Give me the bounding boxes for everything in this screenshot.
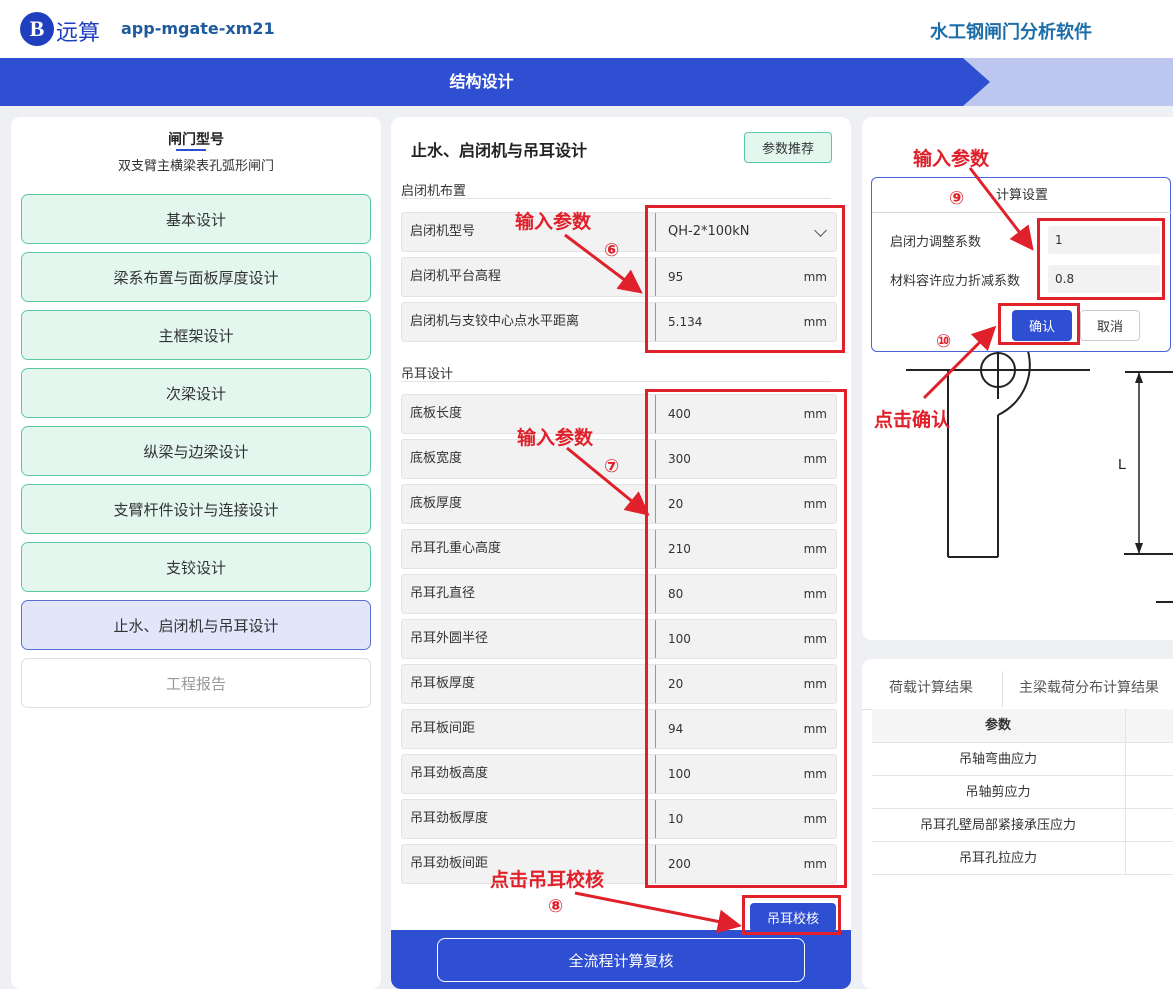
annotation-text: 输入参数 [913,148,990,170]
hoist-section-label: 启闭机布置 [401,184,467,199]
annotation-number: ⑦ [604,456,620,477]
brand-name: 远算 [56,21,101,46]
hoist-force-factor-label: 启闭力调整系数 [890,235,982,250]
logo-icon: B [20,12,54,46]
hoist-section-divider [401,198,831,199]
table-cell: 吊耳孔拉应力 [958,851,1037,866]
results-panel: 荷载计算结果 主梁载荷分布计算结果 参数 吊轴弯曲应力 吊轴剪应力 吊耳孔壁局部… [862,659,1173,989]
menu-seal-hoist-lug[interactable]: 止水、启闭机与吊耳设计 [21,600,371,650]
annotation-box-lug [645,389,847,888]
annotation-text: 点击确认 [874,409,951,431]
menu-engineering-report[interactable]: 工程报告 [21,658,371,708]
table-row: 吊轴弯曲应力 [872,743,1173,776]
param-label: 吊耳外圆半径 [410,631,489,646]
table-cell: 吊轴剪应力 [965,785,1031,800]
param-label: 底板宽度 [410,451,463,466]
results-table: 参数 吊轴弯曲应力 吊轴剪应力 吊耳孔壁局部紧接承压应力 吊耳孔拉应力 [872,709,1173,875]
menu-secondary-beam[interactable]: 次梁设计 [21,368,371,418]
lug-diagram: L [906,344,1173,603]
tab-main-beam-results[interactable]: 主梁载荷分布计算结果 [1019,677,1159,700]
column-header-param: 参数 [984,718,1011,733]
annotation-text: 输入参数 [517,427,594,449]
table-row: 吊耳孔壁局部紧接承压应力 [872,809,1173,842]
software-title: 水工钢闸门分析软件 [930,22,1092,43]
column-divider [1125,709,1126,742]
step-bar: 结构设计 [0,58,1173,106]
dimension-label: L [1118,456,1126,473]
annotation-text: 点击吊耳校核 [490,869,605,891]
param-label: 底板长度 [410,406,463,421]
panel-title: 止水、启闭机与吊耳设计 [411,141,588,160]
annotation-number: ⑨ [949,188,965,209]
param-label: 吊耳劲板间距 [410,856,489,871]
full-process-calc-button[interactable]: 全流程计算复核 [437,938,805,982]
table-row: 吊轴剪应力 [872,776,1173,809]
gate-type-value: 双支臂主横梁表孔弧形闸门 [117,159,274,174]
param-label: 吊耳劲板高度 [410,766,489,781]
lug-section-divider [401,381,831,382]
param-label: 吊耳板间距 [410,721,476,736]
param-label: 吊耳孔直径 [410,586,476,601]
gate-type-title: 闸门型号 [168,132,224,148]
column-divider [1125,743,1126,775]
table-row: 吊耳孔拉应力 [872,842,1173,875]
arrow-up-icon [1135,372,1143,383]
annotation-number: ⑥ [604,240,620,261]
tab-divider [1002,671,1003,707]
menu-longitudinal-beam[interactable]: 纵梁与边梁设计 [21,426,371,476]
annotation-box-confirm [998,303,1080,345]
annotation-box-lug-check [742,895,841,935]
menu-beam-layout[interactable]: 梁系布置与面板厚度设计 [21,252,371,302]
menu-main-frame[interactable]: 主框架设计 [21,310,371,360]
param-label: 启闭机与支铰中心点水平距离 [410,314,580,329]
column-divider [1125,842,1126,874]
hoist-model-label: 启闭机型号 [410,224,476,239]
annotation-number: ⑧ [548,896,564,917]
menu-hinge-design[interactable]: 支铰设计 [21,542,371,592]
param-label: 底板厚度 [410,496,463,511]
tab-load-results[interactable]: 荷载计算结果 [889,677,973,700]
recommend-params-button[interactable]: 参数推荐 [744,132,832,163]
app-name: app-mgate-xm21 [121,19,275,38]
step-label: 结构设计 [449,72,514,91]
column-divider [1125,809,1126,841]
stress-reduction-factor-label: 材料容许应力折减系数 [890,274,1021,289]
param-label: 吊耳孔重心高度 [410,541,502,556]
column-divider [1125,776,1126,808]
dialog-title: 计算设置 [872,178,1172,213]
gate-type-underline [176,149,206,151]
table-cell: 吊耳孔壁局部紧接承压应力 [919,818,1076,833]
menu-arm-design[interactable]: 支臂杆件设计与连接设计 [21,484,371,534]
cancel-button[interactable]: 取消 [1080,310,1140,341]
bottom-action-bar: 全流程计算复核 [391,930,851,989]
table-header: 参数 [872,709,1173,743]
annotation-number: ⑩ [936,331,952,352]
annotation-text: 输入参数 [515,211,592,233]
annotation-box-hoist [645,205,845,353]
param-label: 吊耳劲板厚度 [410,811,489,826]
param-label: 吊耳板厚度 [410,676,476,691]
param-label: 启闭机平台高程 [410,269,502,284]
table-cell: 吊轴弯曲应力 [958,752,1037,767]
arrow-down-icon [1135,543,1143,554]
design-menu: 基本设计 梁系布置与面板厚度设计 主框架设计 次梁设计 纵梁与边梁设计 支臂杆件… [21,194,371,716]
left-panel: 闸门型号 双支臂主横梁表孔弧形闸门 基本设计 梁系布置与面板厚度设计 主框架设计… [11,117,381,989]
menu-basic-design[interactable]: 基本设计 [21,194,371,244]
app-header: B 远算 app-mgate-xm21 水工钢闸门分析软件 [0,0,1173,58]
annotation-box-dialog [1037,218,1165,300]
lug-section-label: 吊耳设计 [401,367,454,382]
